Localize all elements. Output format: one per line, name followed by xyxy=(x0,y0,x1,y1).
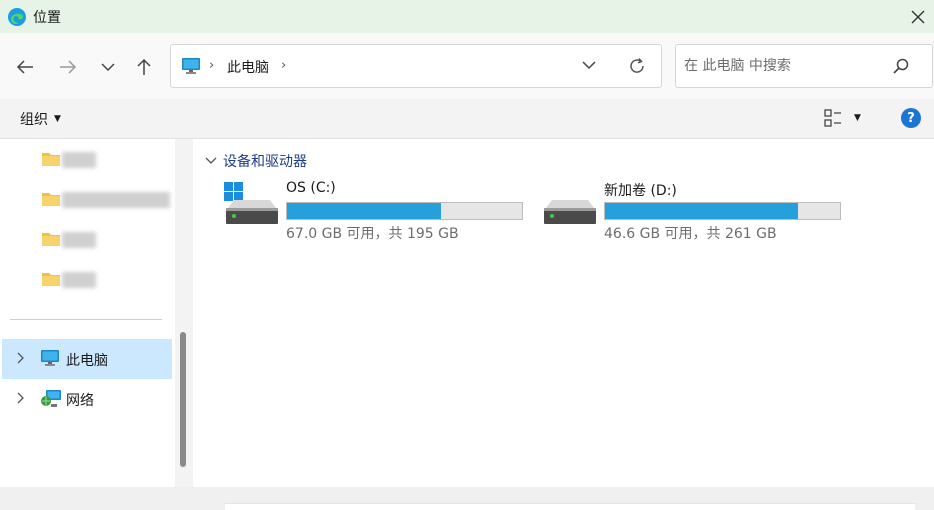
organize-menu-button[interactable]: 组织 ▼ xyxy=(20,109,61,129)
title-bar: 位置 xyxy=(0,0,934,33)
sidebar-item-label: 此电脑 xyxy=(66,353,108,369)
breadcrumb-chevron-icon[interactable]: › xyxy=(281,58,286,73)
search-input[interactable] xyxy=(684,55,884,77)
arrow-right-icon xyxy=(60,60,77,74)
bottom-strip xyxy=(225,503,915,510)
navigation-bar: › 此电脑 › xyxy=(0,33,934,99)
window-title: 位置 xyxy=(33,10,61,26)
scrollbar-thumb[interactable] xyxy=(180,332,186,467)
drive-usage-bar xyxy=(604,202,841,220)
bottom-bar xyxy=(0,487,934,510)
chevron-right-icon[interactable] xyxy=(16,352,26,364)
drive-free-space: 67.0 GB 可用，共 195 GB xyxy=(286,226,459,242)
command-bar: 组织 ▼ ▼ ? xyxy=(0,99,934,139)
drive-item-c[interactable]: OS (C:) 67.0 GB 可用，共 195 GB xyxy=(224,180,524,244)
chevron-down-icon xyxy=(101,63,115,72)
redacted-label xyxy=(62,192,170,208)
redacted-label xyxy=(62,152,96,168)
up-button[interactable] xyxy=(132,55,156,79)
content-pane: 设备和驱动器 OS (C:) 67.0 GB 可用，共 195 GB 新加卷 (… xyxy=(193,139,934,487)
drive-free-space: 46.6 GB 可用，共 261 GB xyxy=(604,226,777,242)
forward-button[interactable] xyxy=(56,55,80,79)
arrow-up-icon xyxy=(137,58,151,75)
group-header-devices[interactable]: 设备和驱动器 xyxy=(205,151,307,171)
arrow-left-icon xyxy=(16,60,33,74)
drive-name: 新加卷 (D:) xyxy=(604,183,677,199)
folder-icon xyxy=(42,233,60,246)
sidebar-divider xyxy=(10,319,162,320)
sidebar-item-this-pc[interactable]: 此电脑 xyxy=(2,339,172,379)
breadcrumb-separator-icon: › xyxy=(209,58,215,73)
refresh-icon[interactable] xyxy=(627,56,647,76)
folder-icon xyxy=(42,153,60,166)
search-box[interactable] xyxy=(675,44,933,88)
recent-locations-button[interactable] xyxy=(96,55,120,79)
drive-usage-fill xyxy=(287,203,442,219)
sidebar-folder-item[interactable] xyxy=(42,228,162,252)
redacted-label xyxy=(62,272,96,288)
network-icon xyxy=(41,390,61,407)
sidebar-item-network[interactable]: 网络 xyxy=(2,379,172,419)
change-view-button[interactable]: ▼ xyxy=(824,109,861,127)
sidebar-folder-item[interactable] xyxy=(42,268,162,292)
organize-label: 组织 xyxy=(20,112,48,128)
navigation-pane: 此电脑 网络 xyxy=(0,139,175,487)
close-icon xyxy=(911,10,925,24)
caret-down-icon: ▼ xyxy=(54,114,61,124)
drive-usage-bar xyxy=(286,202,523,220)
group-header-label: 设备和驱动器 xyxy=(223,154,307,170)
redacted-label xyxy=(62,232,96,248)
this-pc-icon xyxy=(41,350,59,366)
help-button[interactable]: ? xyxy=(901,108,921,128)
edge-app-icon xyxy=(8,8,26,26)
address-dropdown-icon[interactable] xyxy=(581,57,597,73)
drive-name: OS (C:) xyxy=(286,180,336,196)
sidebar-item-label: 网络 xyxy=(66,393,94,409)
sidebar-scrollbar[interactable] xyxy=(175,139,193,487)
breadcrumb-this-pc[interactable]: 此电脑 xyxy=(227,57,269,77)
system-drive-icon xyxy=(224,182,278,224)
drive-item-d[interactable]: 新加卷 (D:) 46.6 GB 可用，共 261 GB xyxy=(542,180,842,244)
chevron-right-icon[interactable] xyxy=(16,392,26,404)
folder-icon xyxy=(42,273,60,286)
drive-usage-fill xyxy=(605,203,798,219)
view-caret-down-icon: ▼ xyxy=(854,113,861,123)
drive-icon xyxy=(544,200,596,224)
sidebar-folder-item[interactable] xyxy=(42,188,170,212)
chevron-down-icon xyxy=(205,157,217,164)
sidebar-folder-item[interactable] xyxy=(42,148,162,172)
close-button[interactable] xyxy=(906,5,930,29)
address-bar[interactable]: › 此电脑 › xyxy=(170,44,662,88)
this-pc-icon xyxy=(182,58,200,74)
back-button[interactable] xyxy=(13,55,37,79)
search-icon[interactable] xyxy=(892,57,910,75)
folder-icon xyxy=(42,193,60,206)
view-options-icon xyxy=(824,109,841,127)
